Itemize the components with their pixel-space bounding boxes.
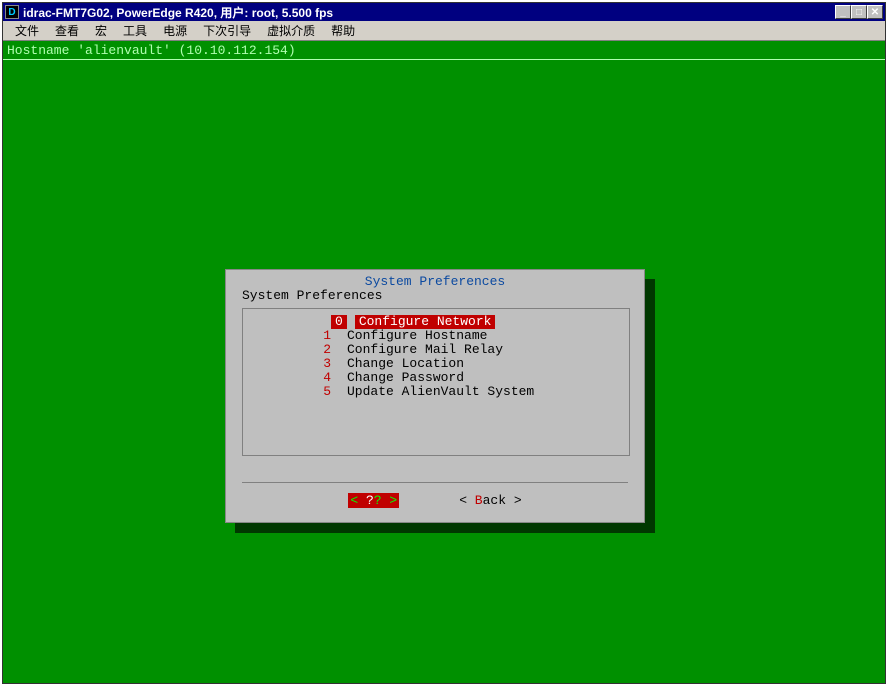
menu-option-4[interactable]: 4 Change Password — [243, 371, 629, 385]
titlebar: D idrac-FMT7G02, PowerEdge R420, 用户: roo… — [3, 3, 885, 21]
menu-list: 0 Configure Network 1 Configure Hostname… — [242, 308, 630, 456]
menu-label: Update AlienVault System — [347, 385, 534, 399]
dialog-buttons: < ?? > < Back > — [242, 482, 628, 508]
menu-num: 3 — [243, 357, 347, 371]
menu-virtualmedia[interactable]: 虚拟介质 — [259, 20, 323, 41]
maximize-button[interactable]: □ — [851, 5, 867, 19]
menu-option-2[interactable]: 2 Configure Mail Relay — [243, 343, 629, 357]
minimize-button[interactable]: _ — [835, 5, 851, 19]
menu-nextboot[interactable]: 下次引导 — [195, 20, 259, 41]
dialog-subtitle: System Preferences — [242, 288, 382, 303]
menu-label: Configure Network — [355, 315, 496, 329]
back-button[interactable]: < Back > — [459, 493, 521, 508]
menu-num: 1 — [243, 329, 347, 343]
menu-macro[interactable]: 宏 — [87, 20, 115, 41]
console-area: Hostname 'alienvault' (10.10.112.154) Sy… — [3, 41, 885, 683]
menu-label: Configure Mail Relay — [347, 343, 503, 357]
menu-num: 2 — [243, 343, 347, 357]
menu-num: 0 — [331, 315, 347, 329]
menu-help[interactable]: 帮助 — [323, 20, 363, 41]
menu-option-5[interactable]: 5 Update AlienVault System — [243, 385, 629, 399]
menu-tools[interactable]: 工具 — [115, 20, 155, 41]
menu-option-0[interactable]: 0 Configure Network — [243, 315, 629, 329]
app-icon: D — [5, 5, 19, 19]
window-title: idrac-FMT7G02, PowerEdge R420, 用户: root,… — [23, 4, 835, 21]
menu-label: Change Location — [347, 357, 464, 371]
menu-power[interactable]: 电源 — [155, 20, 195, 41]
menu-option-1[interactable]: 1 Configure Hostname — [243, 329, 629, 343]
menu-num: 5 — [243, 385, 347, 399]
system-preferences-dialog: System Preferences System Preferences 0 … — [225, 269, 645, 523]
menu-label: Configure Hostname — [347, 329, 487, 343]
app-window: D idrac-FMT7G02, PowerEdge R420, 用户: roo… — [2, 2, 886, 684]
dialog-title: System Preferences — [365, 274, 505, 289]
menu-view[interactable]: 查看 — [47, 20, 87, 41]
window-controls: _ □ ✕ — [835, 5, 883, 19]
close-button[interactable]: ✕ — [867, 5, 883, 19]
console-divider — [3, 59, 885, 60]
ok-button[interactable]: < ?? > — [348, 493, 399, 508]
menubar: 文件 查看 宏 工具 电源 下次引导 虚拟介质 帮助 — [3, 21, 885, 41]
menu-label: Change Password — [347, 371, 464, 385]
menu-num: 4 — [243, 371, 347, 385]
menu-option-3[interactable]: 3 Change Location — [243, 357, 629, 371]
menu-file[interactable]: 文件 — [7, 20, 47, 41]
hostname-line: Hostname 'alienvault' (10.10.112.154) — [7, 43, 296, 58]
